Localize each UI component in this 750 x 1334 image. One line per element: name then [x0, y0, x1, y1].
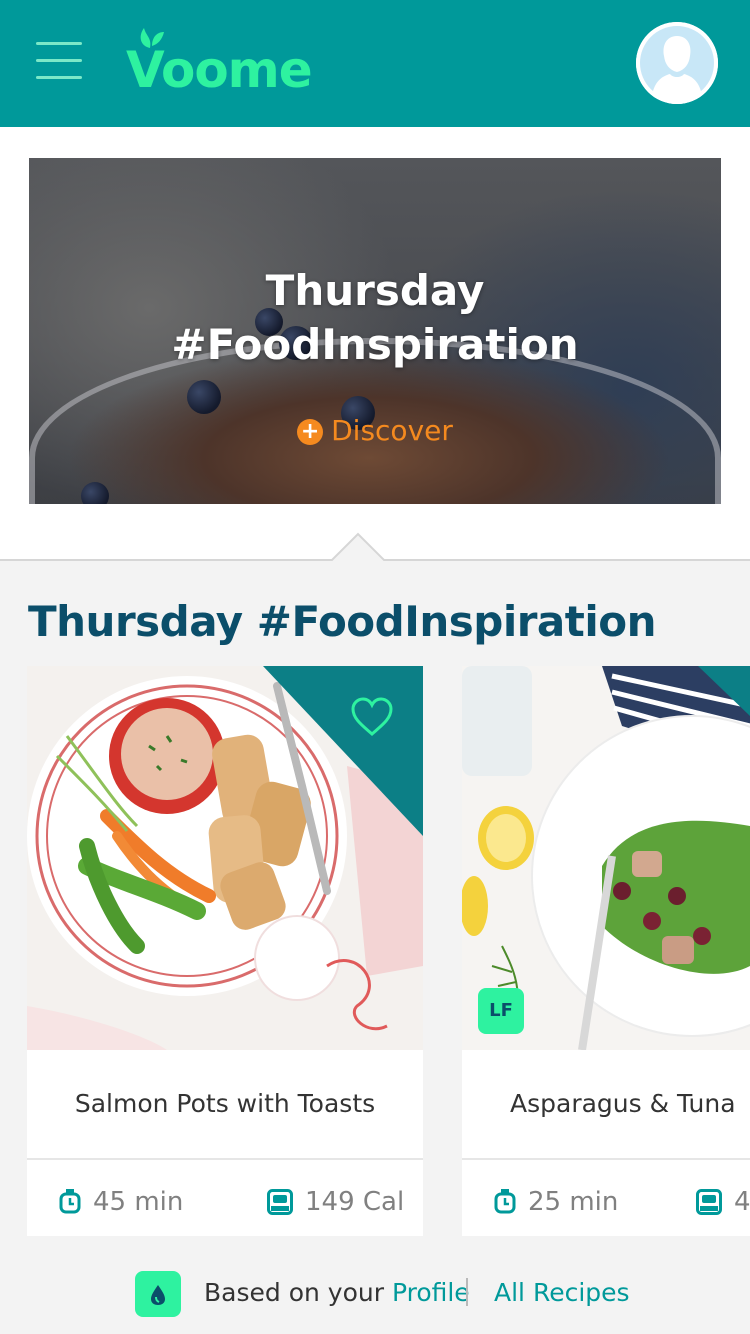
recipe-time: 45 min: [59, 1182, 183, 1222]
hamburger-menu-icon[interactable]: [36, 42, 84, 80]
timer-icon: [494, 1189, 516, 1214]
app-header: Voome: [0, 0, 750, 127]
recipe-calories: 149 Cal: [267, 1182, 404, 1222]
plus-circle-icon: +: [297, 419, 324, 445]
card-divider: [27, 1158, 423, 1160]
hero-title-line2: #FoodInspiration: [171, 320, 579, 369]
recommendation-footer: Based on your Profile All Recipes: [0, 1266, 750, 1320]
discover-button[interactable]: + Discover: [29, 414, 721, 448]
all-recipes-link[interactable]: All Recipes: [494, 1276, 630, 1310]
recipe-name[interactable]: Salmon Pots with Toasts: [27, 1050, 423, 1158]
logo-text: Voome: [126, 41, 313, 99]
blueberry: [187, 380, 221, 414]
footer-separator: [466, 1278, 468, 1306]
recipe-name[interactable]: Asparagus & Tuna: [462, 1050, 750, 1158]
low-fat-badge: LF: [478, 988, 524, 1034]
hero-banner[interactable]: Thursday #FoodInspiration + Discover: [29, 158, 721, 504]
profile-link[interactable]: Profile: [392, 1278, 470, 1307]
card-divider: [462, 1158, 750, 1160]
scale-icon: [267, 1189, 293, 1215]
recipe-card[interactable]: Salmon Pots with Toasts 45 min 149 Cal: [27, 666, 423, 1236]
recipe-image: [27, 666, 423, 1050]
recipe-calories-label: 4: [734, 1187, 750, 1217]
recipe-calories-label: 149 Cal: [305, 1187, 405, 1217]
scale-icon: [696, 1189, 722, 1215]
discover-label: Discover: [331, 414, 453, 447]
hero-section: Thursday #FoodInspiration + Discover: [0, 127, 750, 561]
based-on-text: Based on your Profile: [204, 1276, 470, 1310]
user-avatar-icon[interactable]: [636, 22, 718, 104]
recipe-time: 25 min: [494, 1182, 618, 1222]
voome-logo[interactable]: Voome: [126, 24, 313, 98]
hero-title-line1: Thursday: [265, 266, 485, 315]
timer-icon: [59, 1189, 81, 1214]
hero-title: Thursday #FoodInspiration: [29, 264, 721, 372]
blueberry: [81, 482, 109, 504]
based-on-label: Based on your: [204, 1278, 392, 1307]
drop-icon: [135, 1271, 181, 1317]
recipe-card[interactable]: LF Asparagus & Tuna 25 min 4: [462, 666, 750, 1236]
section-divider: [0, 532, 750, 562]
section-title: Thursday #FoodInspiration: [28, 597, 657, 646]
recipe-time-label: 45 min: [93, 1187, 184, 1217]
recipe-calories: 4: [696, 1182, 750, 1222]
recipe-time-label: 25 min: [528, 1187, 619, 1217]
heart-outline-icon[interactable]: [349, 696, 395, 738]
recipe-image: LF: [462, 666, 750, 1050]
